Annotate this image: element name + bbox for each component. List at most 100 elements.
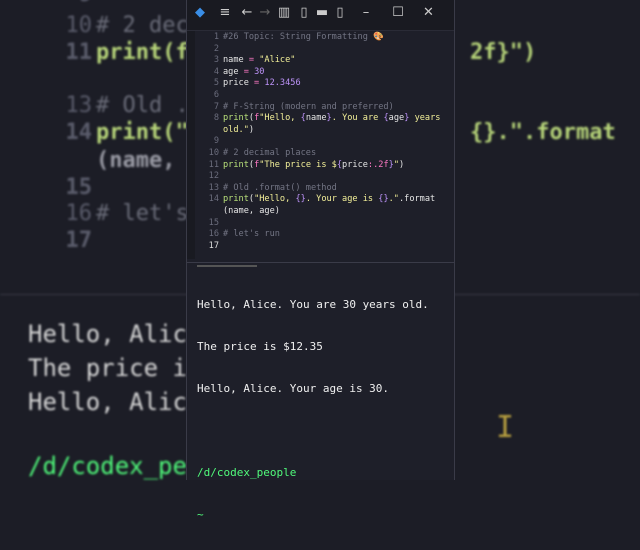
- code-line: 2: [195, 44, 223, 56]
- terminal-output: Hello, Alice. You are 30 years old. The …: [187, 270, 454, 550]
- terminal-line: Hello, Alice. You are 30 years old.: [197, 298, 429, 311]
- code-token: print: [223, 159, 249, 170]
- background-code-line: 16 # let's: [28, 201, 189, 226]
- vscode-window: ◆ ≡ ← → ▥ ▯ ▬ ▯ – ☐ ✕ 1 #26 Topic: String Formattin…: [186, 0, 455, 521]
- background-terminal-line: Hello, Alic: [28, 388, 187, 416]
- background-code-tail: 2f}"): [470, 40, 537, 65]
- line-number: 10: [208, 148, 219, 158]
- forward-icon[interactable]: →: [257, 5, 273, 20]
- code-line: 4 age = 30: [195, 67, 265, 79]
- code-token: {}: [378, 194, 389, 205]
- code-token: # Old .format() method: [223, 182, 337, 193]
- line-number: 11: [208, 159, 219, 170]
- terminal-tab[interactable]: [197, 265, 257, 267]
- code-line: 11 print(f"The price is ${price:.2f}"): [195, 159, 405, 172]
- line-number: 16: [208, 229, 219, 240]
- code-line: 14 print("Hello, {}. Your age is {}.".for…: [195, 194, 436, 206]
- code-token: {}: [295, 194, 306, 205]
- code-line: (name, age): [195, 206, 280, 218]
- code-line: 17: [195, 241, 223, 253]
- line-number: 17: [65, 228, 93, 253]
- code-editor[interactable]: 1 #26 Topic: String Formatting 🎨 2 3 name = …: [187, 31, 454, 276]
- code-line: 7 # F-String (modern and preferred): [195, 102, 394, 114]
- line-number: 9: [28, 0, 92, 7]
- background-terminal-line: /d/codex_pe: [28, 452, 187, 480]
- code-token: print: [223, 194, 249, 205]
- line-number: 3: [213, 55, 219, 66]
- line-number: 6: [213, 90, 219, 100]
- terminal-panel[interactable]: Hello, Alice. You are 30 years old. The …: [187, 262, 454, 521]
- panel-header: [187, 263, 454, 270]
- code-token: :.2f: [367, 159, 389, 170]
- code-line: 10 # 2 decimal places: [195, 148, 317, 160]
- code-token: years: [409, 113, 441, 124]
- code-token: # 2 decimal places: [223, 148, 317, 158]
- close-icon[interactable]: ✕: [413, 5, 444, 20]
- background-code-line: 11 print(f": [28, 40, 202, 65]
- layout-icon[interactable]: ▥: [273, 5, 295, 20]
- terminal-line: The price is $12.35: [197, 340, 323, 353]
- background-code-line: 14 print("H: [28, 120, 202, 145]
- line-number: 9: [213, 136, 219, 147]
- code-token: name: [305, 113, 327, 124]
- code-token: (name, age): [223, 206, 280, 216]
- minimize-icon[interactable]: –: [349, 5, 383, 20]
- maximize-icon[interactable]: ☐: [383, 5, 413, 20]
- code-line: 6: [195, 90, 223, 102]
- background-code-tail: {}.".format: [470, 120, 616, 145]
- code-token: . Your age is: [305, 194, 379, 205]
- line-number: 5: [213, 78, 219, 89]
- background-code-line: 9: [28, 0, 96, 7]
- code-line: old."): [195, 125, 254, 137]
- code-token: # let's run: [223, 229, 280, 240]
- line-number: 11: [65, 40, 93, 65]
- line-number: 15: [208, 217, 219, 228]
- code-token: price: [342, 159, 368, 170]
- menu-icon[interactable]: ≡: [213, 5, 237, 20]
- line-number: 13: [208, 182, 219, 193]
- code-token: old.": [223, 124, 249, 135]
- line-number: 7: [213, 101, 219, 112]
- background-code-line: (name, a: [28, 148, 202, 173]
- background-code-line: [28, 66, 96, 91]
- code-token: print: [223, 113, 249, 124]
- code-token: name: [223, 55, 249, 66]
- code-token: .": [388, 194, 399, 205]
- code-line: 16 # let's run: [195, 229, 280, 241]
- code-line: 13 # Old .format() method: [195, 183, 337, 195]
- terminal-prompt: ~: [197, 508, 204, 521]
- line-number: 17: [208, 240, 219, 251]
- code-token: . You are: [331, 113, 384, 124]
- code-token: "The price is $: [259, 159, 337, 170]
- mouse-cursor-icon: I: [496, 410, 515, 445]
- vscode-logo-icon: ◆: [195, 5, 205, 20]
- line-number: 14: [65, 120, 93, 145]
- terminal-cwd: /d/codex_people: [197, 466, 297, 479]
- code-token: ): [399, 159, 405, 170]
- back-icon[interactable]: ←: [237, 5, 257, 20]
- line-number: 14: [208, 194, 219, 205]
- line-number: 13: [65, 93, 93, 118]
- background-code-line: 15: [28, 175, 96, 200]
- code-token: .format: [398, 194, 436, 205]
- line-number: 16: [65, 201, 93, 226]
- code-line: 9: [195, 136, 223, 148]
- code-line: 8 print(f"Hello, {name}. You are {age} ye…: [195, 113, 441, 125]
- line-number: 8: [213, 113, 219, 124]
- sidebar-icon[interactable]: ▯: [295, 5, 313, 20]
- code-token: age: [388, 113, 405, 124]
- secondary-sidebar-icon[interactable]: ▯: [331, 5, 349, 20]
- panel-icon[interactable]: ▬: [313, 5, 331, 20]
- line-number: 2: [213, 43, 219, 54]
- code-token: #26 Topic: String Formatting 🎨: [223, 32, 384, 42]
- background-code-line: 10 # 2 deci: [28, 13, 202, 38]
- line-number: 1: [213, 32, 219, 42]
- code-token: 12.3456: [259, 78, 301, 89]
- code-token: price: [223, 78, 255, 89]
- code-line: 12: [195, 171, 223, 183]
- code-line: 3 name = "Alice": [195, 55, 296, 67]
- line-number: 12: [208, 171, 219, 182]
- background-terminal-line: The price i: [28, 354, 187, 382]
- code-token: # F-String (modern and preferred): [223, 101, 394, 112]
- background-code-line: 17: [28, 228, 96, 253]
